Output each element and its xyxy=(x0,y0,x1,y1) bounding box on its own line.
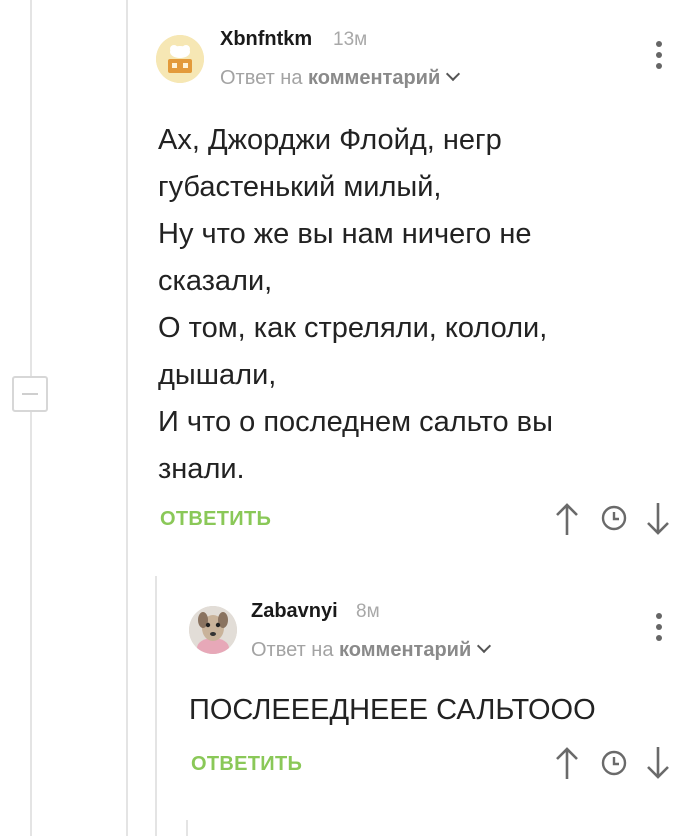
chevron-down-icon xyxy=(477,638,492,654)
kebab-menu-icon[interactable] xyxy=(654,613,664,646)
arrow-down-icon[interactable] xyxy=(646,502,670,536)
chevron-down-icon xyxy=(446,66,461,82)
arrow-up-icon[interactable] xyxy=(555,746,579,780)
reply-to-prefix: Ответ на xyxy=(251,639,334,661)
arrow-up-icon[interactable] xyxy=(555,502,579,536)
comment-text: ПОСЛЕЕЕДНЕЕЕ САЛЬТОOO xyxy=(189,694,596,726)
comment-author[interactable]: Xbnfntkm xyxy=(220,28,312,51)
reply-to-link[interactable]: Ответ на комментарий xyxy=(251,638,492,662)
comment-time: 8м xyxy=(356,601,380,622)
reply-button[interactable]: ОТВЕТИТЬ xyxy=(191,753,302,776)
kebab-menu-icon[interactable] xyxy=(654,41,664,74)
avatar[interactable] xyxy=(189,606,237,654)
reply-button[interactable]: ОТВЕТИТЬ xyxy=(160,508,271,531)
comment-time: 13м xyxy=(333,29,368,50)
comment-author[interactable]: Zabavnyi xyxy=(251,600,338,623)
reply-to-target: комментарий xyxy=(308,67,441,89)
reply-to-link[interactable]: Ответ на комментарий xyxy=(220,66,461,90)
comment-2: Zabavnyi 8м Ответ на комментарий ПОСЛЕЕЕ… xyxy=(0,580,700,820)
reply-to-prefix: Ответ на xyxy=(220,67,303,89)
thread-line-level-3 xyxy=(186,820,188,836)
comment-text: Ах, Джорджи Флойд, негр губастенький мил… xyxy=(158,124,553,485)
arrow-down-icon[interactable] xyxy=(646,746,670,780)
clock-icon[interactable] xyxy=(601,505,627,531)
avatar[interactable] xyxy=(156,35,204,83)
comment-1: Xbnfntkm 13м Ответ на комментарий Ах, Дж… xyxy=(0,0,700,560)
reply-to-target: комментарий xyxy=(339,639,472,661)
clock-icon[interactable] xyxy=(601,750,627,776)
